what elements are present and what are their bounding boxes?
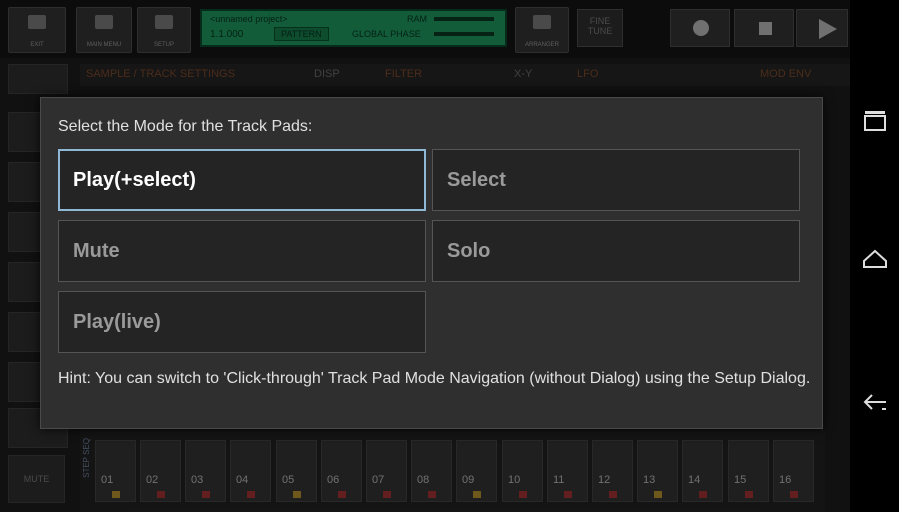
option-label: Play(+select): [73, 169, 196, 191]
mode-option-select[interactable]: Select: [432, 149, 800, 211]
mode-option-play-live[interactable]: Play(live): [58, 291, 426, 353]
recent-apps-button[interactable]: [862, 107, 888, 133]
option-label: Solo: [447, 240, 491, 262]
dialog-hint: Hint: You can switch to 'Click-through' …: [58, 370, 811, 387]
track-pad-mode-dialog: Select the Mode for the Track Pads: Play…: [40, 97, 823, 429]
option-label: Mute: [73, 240, 120, 262]
home-icon: [863, 249, 887, 268]
mode-option-mute[interactable]: Mute: [58, 220, 426, 282]
option-label: Play(live): [73, 311, 161, 333]
system-nav-bar: [850, 0, 899, 512]
back-button[interactable]: [862, 388, 888, 414]
dialog-title: Select the Mode for the Track Pads:: [58, 118, 313, 135]
app-window: EXIT MAIN MENU SETUP <unnamed project> 1…: [0, 0, 850, 512]
mode-option-solo[interactable]: Solo: [432, 220, 800, 282]
option-label: Select: [447, 169, 506, 191]
recent-apps-icon: [864, 111, 886, 131]
back-icon: [863, 394, 886, 410]
home-button[interactable]: [862, 245, 888, 271]
mode-option-play-select[interactable]: Play(+select): [58, 149, 426, 211]
